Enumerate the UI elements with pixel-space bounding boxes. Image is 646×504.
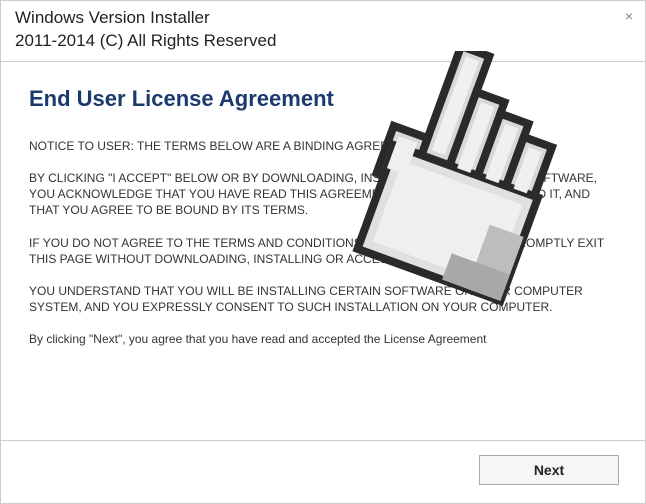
- window-subtitle: 2011-2014 (C) All Rights Reserved: [15, 30, 631, 53]
- eula-paragraph: IF YOU DO NOT AGREE TO THE TERMS AND CON…: [29, 235, 617, 267]
- close-icon[interactable]: ×: [625, 9, 633, 23]
- eula-paragraph: By clicking "Next", you agree that you h…: [29, 331, 617, 347]
- eula-body: NOTICE TO USER: THE TERMS BELOW ARE A BI…: [29, 138, 617, 348]
- installer-window: Windows Version Installer 2011-2014 (C) …: [0, 0, 646, 504]
- eula-paragraph: YOU UNDERSTAND THAT YOU WILL BE INSTALLI…: [29, 283, 617, 315]
- eula-paragraph: NOTICE TO USER: THE TERMS BELOW ARE A BI…: [29, 138, 617, 154]
- eula-heading: End User License Agreement: [29, 86, 617, 112]
- next-button[interactable]: Next: [479, 455, 619, 485]
- content-area: End User License Agreement NOTICE TO USE…: [1, 62, 645, 374]
- footer: Next: [1, 440, 645, 503]
- eula-paragraph: BY CLICKING "I ACCEPT" BELOW OR BY DOWNL…: [29, 170, 617, 219]
- titlebar: Windows Version Installer 2011-2014 (C) …: [1, 1, 645, 62]
- window-title: Windows Version Installer: [15, 7, 631, 30]
